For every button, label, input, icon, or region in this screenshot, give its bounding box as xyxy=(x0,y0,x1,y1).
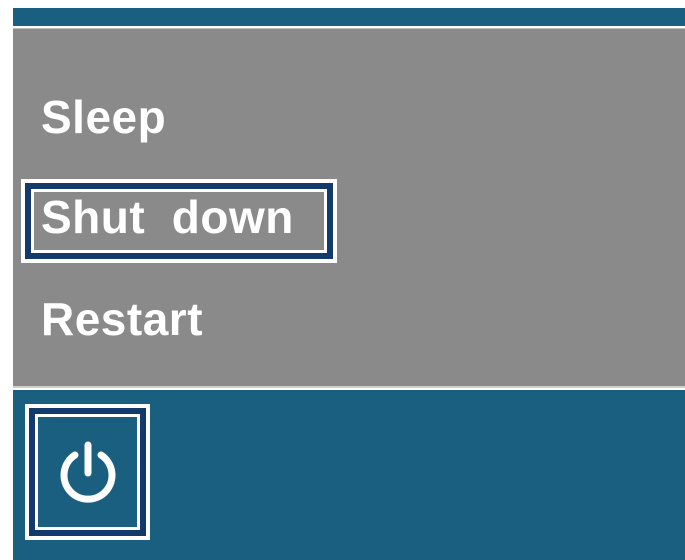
top-bar xyxy=(13,8,685,26)
power-icon xyxy=(60,441,115,503)
power-button[interactable] xyxy=(25,404,150,540)
menu-item-restart[interactable]: Restart xyxy=(41,293,203,345)
menu-item-shut-down[interactable]: Shut down xyxy=(41,191,294,243)
power-options-menu: Sleep Shut down Restart xyxy=(13,28,685,388)
menu-item-sleep[interactable]: Sleep xyxy=(41,91,166,143)
bottom-taskbar xyxy=(13,390,685,560)
power-menu-screen: Sleep Shut down Restart xyxy=(0,0,685,560)
